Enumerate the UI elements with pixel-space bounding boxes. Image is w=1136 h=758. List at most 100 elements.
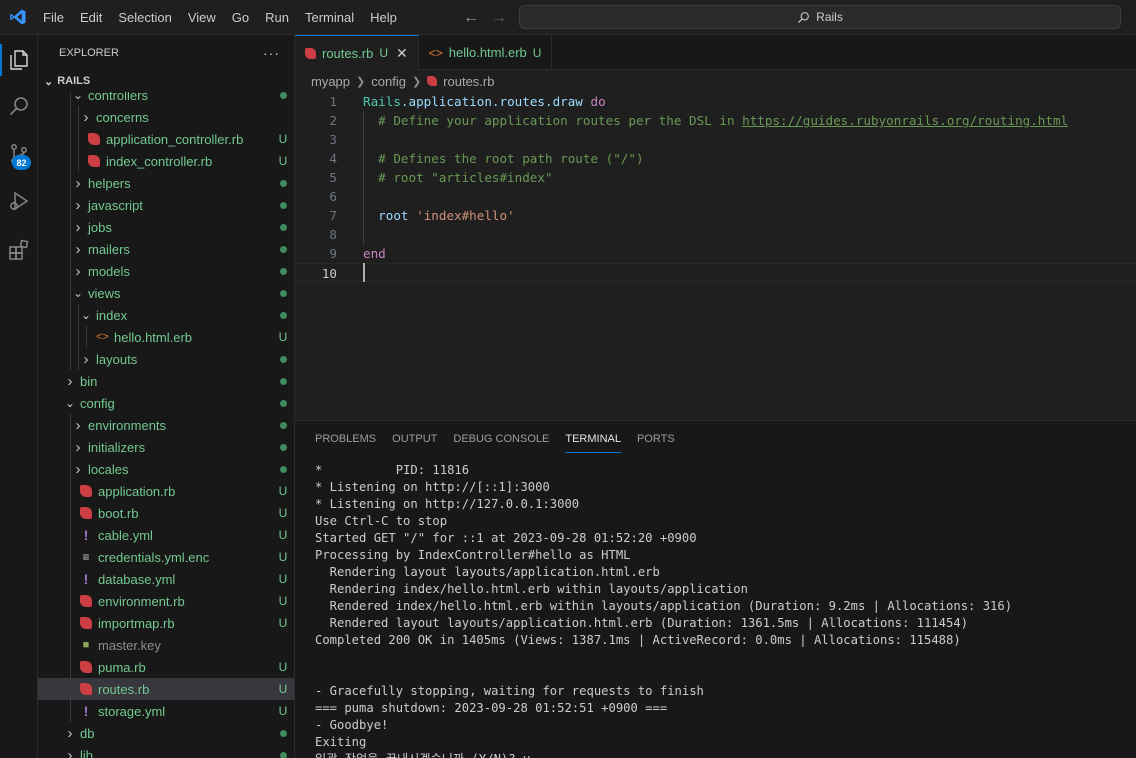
terminal-line: Started GET "/" for ::1 at 2023-09-28 01… [315,531,697,545]
git-status: U [278,594,288,608]
folder-locales[interactable]: › locales [38,458,294,480]
menu-selection[interactable]: Selection [110,0,179,35]
html-file-icon: <> [96,331,109,343]
tab-routes-rb[interactable]: routes.rb U ✕ [295,35,419,70]
git-modified-dot-icon [272,198,294,212]
extensions-icon[interactable] [3,234,35,266]
folder-javascript[interactable]: › javascript [38,194,294,216]
folder-models[interactable]: › models [38,260,294,282]
folder-controllers[interactable]: ⌄ controllers [38,92,294,106]
navigation-arrows: ← → [462,0,508,35]
folder-initializers[interactable]: › initializers [38,436,294,458]
indent-guide [78,150,79,172]
file-importmap-rb[interactable]: importmap.rb U [38,612,294,634]
folder-index[interactable]: ⌄ index [38,304,294,326]
code-line: 10 [295,263,1136,282]
tree-item-label: javascript [88,197,143,213]
file-application-controller-rb[interactable]: application_controller.rb U [38,128,294,150]
menu-file[interactable]: File [35,0,72,35]
close-icon[interactable]: ✕ [396,45,408,62]
file-database-yml[interactable]: ! database.yml U [38,568,294,590]
tab-problems[interactable]: PROBLEMS [307,421,384,456]
file-index-controller-rb[interactable]: index_controller.rb U [38,150,294,172]
tab-ports[interactable]: PORTS [629,421,683,456]
chevron-down-icon: ⌄ [64,396,76,410]
file-master-key[interactable]: ■ master.key [38,634,294,656]
terminal-line: * Listening on http://[::1]:3000 [315,480,550,494]
command-center-search[interactable]: Rails [519,5,1121,29]
terminal-output[interactable]: * PID: 11816 * Listening on http://[::1]:… [315,462,1130,758]
folder-mailers[interactable]: › mailers [38,238,294,260]
run-debug-icon[interactable] [3,185,35,217]
workspace-section-header[interactable]: ⌄ RAILS [38,70,294,92]
tab-output[interactable]: OUTPUT [384,421,445,456]
folder-helpers[interactable]: › helpers [38,172,294,194]
file-boot-rb[interactable]: boot.rb U [38,502,294,524]
breadcrumb-item[interactable]: myapp [311,74,350,89]
indent-guide [70,458,71,480]
ruby-file-icon [80,595,92,607]
folder-lib[interactable]: › lib [38,744,294,758]
breadcrumb-item[interactable]: config [371,74,406,89]
ruby-file-icon [80,661,92,673]
git-modified-dot-icon [272,748,294,758]
git-status: U [278,682,288,696]
chevron-right-icon: › [75,460,81,478]
yaml-file-icon: ! [83,527,89,543]
code-editor[interactable]: 1 Rails.application.routes.draw do 2 # Def… [295,92,1136,420]
file-cable-yml[interactable]: ! cable.yml U [38,524,294,546]
terminal-line: Exiting [315,735,367,749]
folder-jobs[interactable]: › jobs [38,216,294,238]
git-modified-dot-icon [272,374,294,388]
git-modified-dot-icon [272,176,294,190]
more-actions-icon[interactable]: ··· [263,45,280,61]
menu-go[interactable]: Go [224,0,257,35]
file-environment-rb[interactable]: environment.rb U [38,590,294,612]
menu-view[interactable]: View [180,0,224,35]
file-credentials-yml-enc[interactable]: ≡ credentials.yml.enc U [38,546,294,568]
tab-debug-console[interactable]: DEBUG CONSOLE [445,421,557,456]
menu-edit[interactable]: Edit [72,0,110,35]
menu-run[interactable]: Run [257,0,297,35]
git-modified-dot-icon [272,726,294,740]
arrow-right-icon[interactable]: → [490,9,508,27]
chevron-right-icon: › [67,724,73,742]
folder-environments[interactable]: › environments [38,414,294,436]
folder-config[interactable]: ⌄ config [38,392,294,414]
arrow-left-icon[interactable]: ← [462,9,480,27]
explorer-icon[interactable] [0,44,35,76]
indent-guide [70,172,71,194]
folder-layouts[interactable]: › layouts [38,348,294,370]
menu-terminal[interactable]: Terminal [297,0,362,35]
indent-guide [78,304,79,326]
editor-tab-bar: routes.rb U ✕ <> hello.html.erb U [295,35,1136,70]
file-routes-rb[interactable]: routes.rb U [38,678,294,700]
tree-item-label: database.yml [98,571,176,587]
tree-item-label: initializers [88,439,146,455]
breadcrumb-item[interactable]: routes.rb [443,74,494,89]
tree-item-label: cable.yml [98,527,153,543]
tab-hello-html-erb[interactable]: <> hello.html.erb U [419,35,553,70]
git-modified-dot-icon [272,418,294,432]
file-storage-yml[interactable]: ! storage.yml U [38,700,294,722]
search-icon [798,11,810,23]
folder-db[interactable]: › db [38,722,294,744]
git-modified-dot-icon [272,396,294,410]
git-modified-dot-icon [272,352,294,366]
tab-terminal[interactable]: TERMINAL [557,421,629,456]
file-puma-rb[interactable]: puma.rb U [38,656,294,678]
code-token: # Define your application routes per the… [363,113,743,128]
tree-item-label: boot.rb [98,505,139,521]
folder-views[interactable]: ⌄ views [38,282,294,304]
file-hello-html-erb[interactable]: <> hello.html.erb U [38,326,294,348]
yaml-file-icon: ! [83,703,89,719]
git-modified-dot-icon [272,286,294,300]
search-icon[interactable] [3,90,35,122]
file-application-rb[interactable]: application.rb U [38,480,294,502]
folder-bin[interactable]: › bin [38,370,294,392]
tree-item-label: application_controller.rb [106,131,244,147]
menu-help[interactable]: Help [362,0,405,35]
git-modified-dot-icon [272,92,294,102]
line-number: 8 [329,227,337,242]
folder-concerns[interactable]: › concerns [38,106,294,128]
